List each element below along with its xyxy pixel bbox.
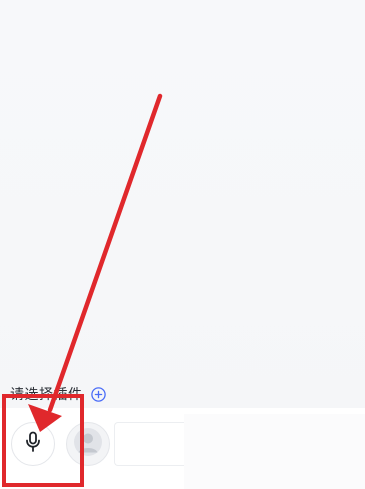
red-arrow [28,93,163,432]
